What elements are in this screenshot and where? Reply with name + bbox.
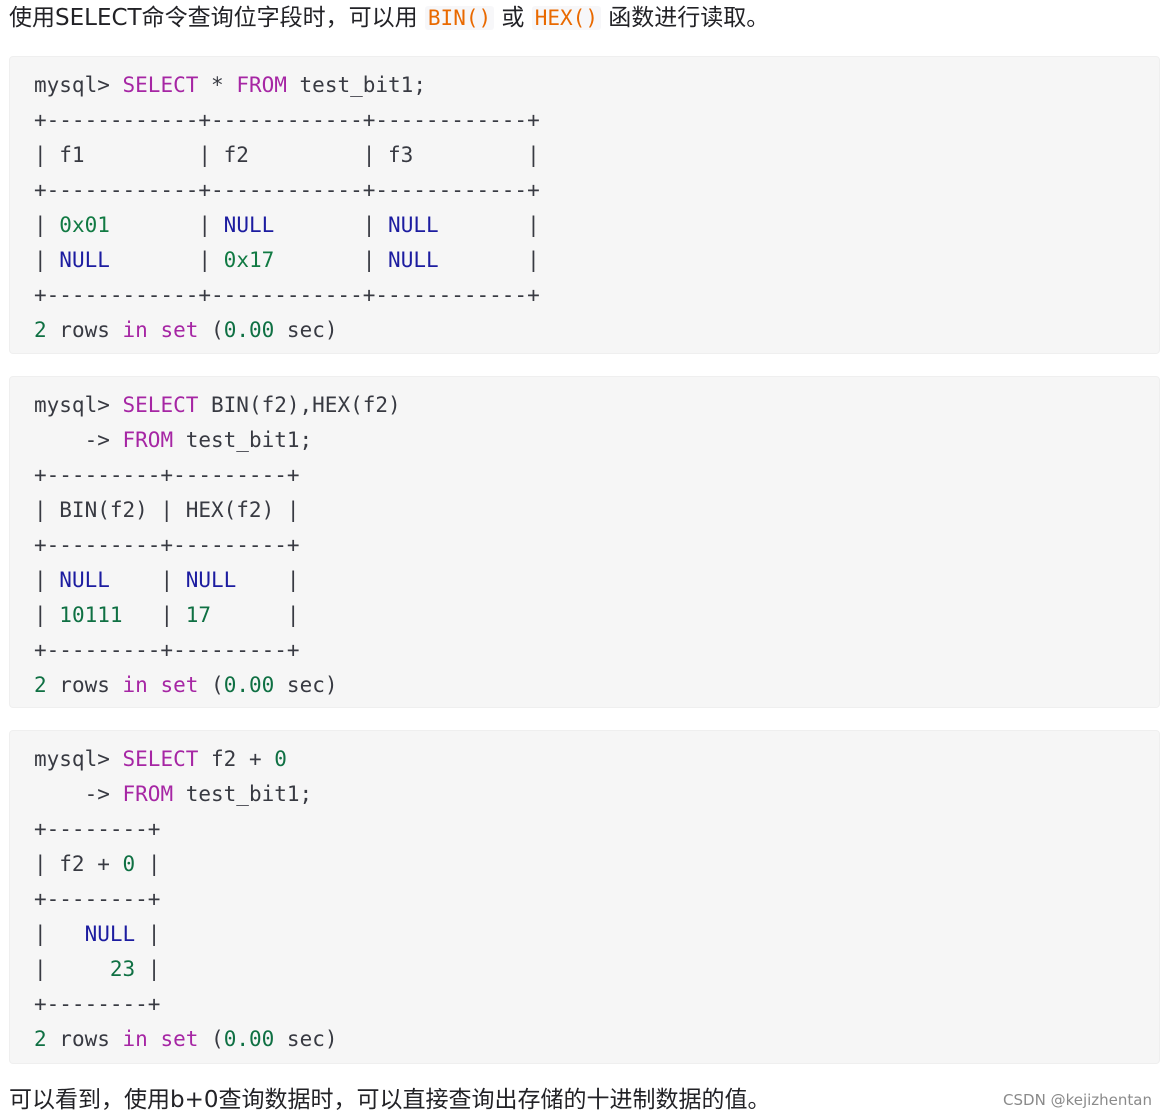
table-row: | NULL | 0x17 | NULL | — [34, 248, 540, 272]
result-summary: 2 rows in set (0.00 sec) — [34, 673, 338, 697]
table-row: | 10111 | 17 | — [34, 603, 300, 627]
table-header: | f2 + 0 | — [34, 852, 161, 876]
table-border-bottom: +------------+------------+------------+ — [34, 283, 540, 307]
table-border-bottom: +---------+---------+ — [34, 638, 300, 662]
intro-text-b: 或 — [494, 5, 532, 31]
code-block-plus-zero: mysql> SELECT f2 + 0 -> FROM test_bit1; … — [9, 730, 1160, 1064]
watermark: CSDN @kejizhentan — [1003, 1091, 1152, 1109]
table-row: | NULL | — [34, 922, 161, 946]
table-border-top: +--------+ — [34, 817, 161, 841]
intro-paragraph: 使用SELECT命令查询位字段时，可以用 BIN() 或 HEX() 函数进行读… — [9, 1, 769, 35]
table-header: | f1 | f2 | f3 | — [34, 143, 540, 167]
intro-text-c: 函数进行读取。 — [600, 5, 770, 31]
table-border-top: +------------+------------+------------+ — [34, 108, 540, 132]
table-row: | 23 | — [34, 957, 161, 981]
outro-paragraph: 可以看到，使用b+0查询数据时，可以直接查询出存储的十进制数据的值。 — [9, 1087, 771, 1113]
inline-code-bin: BIN() — [424, 6, 495, 30]
table-row: | NULL | NULL | — [34, 568, 300, 592]
code-line-query: mysql> SELECT f2 + 0 — [34, 747, 287, 771]
code-block-select-all: mysql> SELECT * FROM test_bit1; +-------… — [9, 56, 1160, 354]
table-border-mid: +--------+ — [34, 887, 161, 911]
code-line-continuation: -> FROM test_bit1; — [34, 428, 313, 452]
table-border-top: +---------+---------+ — [34, 463, 300, 487]
intro-text-a: 使用SELECT命令查询位字段时，可以用 — [9, 5, 425, 31]
code-line-continuation: -> FROM test_bit1; — [34, 782, 313, 806]
table-border-mid: +---------+---------+ — [34, 533, 300, 557]
table-border-bottom: +--------+ — [34, 992, 161, 1016]
table-border-mid: +------------+------------+------------+ — [34, 178, 540, 202]
table-header: | BIN(f2) | HEX(f2) | — [34, 498, 300, 522]
code-line-query: mysql> SELECT * FROM test_bit1; — [34, 73, 426, 97]
code-line-query: mysql> SELECT BIN(f2),HEX(f2) — [34, 393, 401, 417]
result-summary: 2 rows in set (0.00 sec) — [34, 318, 338, 342]
code-block-bin-hex: mysql> SELECT BIN(f2),HEX(f2) -> FROM te… — [9, 376, 1160, 708]
inline-code-hex: HEX() — [531, 6, 601, 30]
result-summary: 2 rows in set (0.00 sec) — [34, 1027, 338, 1051]
table-row: | 0x01 | NULL | NULL | — [34, 213, 540, 237]
